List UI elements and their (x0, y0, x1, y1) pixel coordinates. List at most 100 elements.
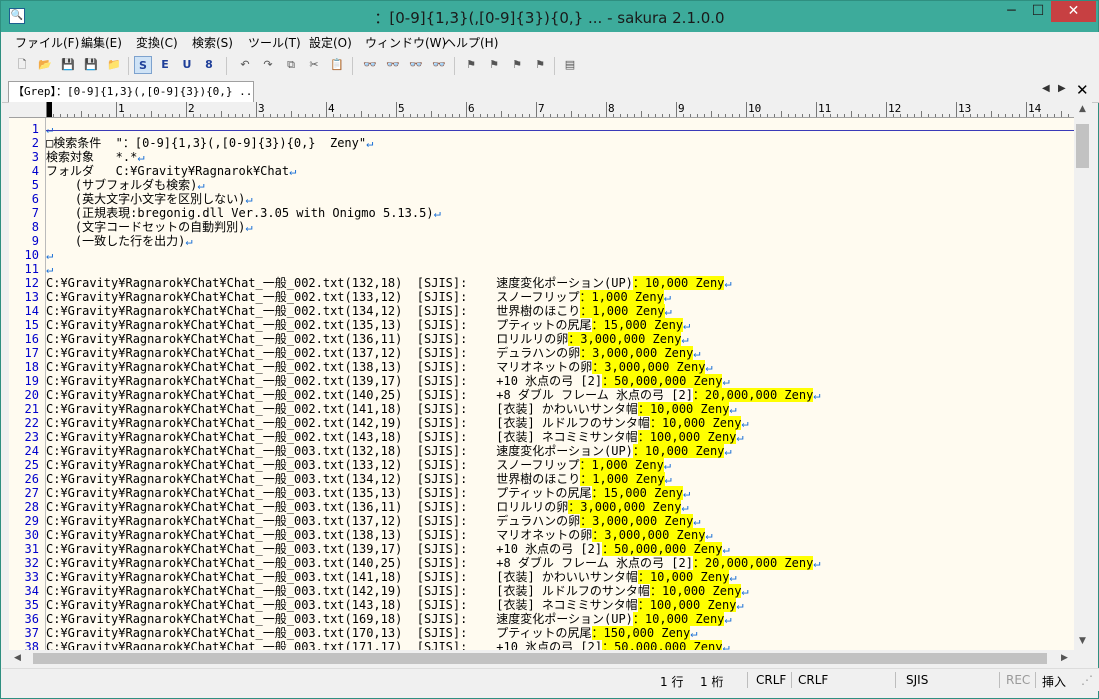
text-line[interactable]: C:¥Gravity¥Ragnarok¥Chat¥Chat_一般_003.txt… (46, 486, 690, 500)
tab-scroll-left-icon[interactable]: ◀ (1042, 83, 1050, 94)
line-text: C:¥Gravity¥Ragnarok¥Chat¥Chat_一般_002.txt… (46, 360, 593, 374)
text-line[interactable]: C:¥Gravity¥Ragnarok¥Chat¥Chat_一般_003.txt… (46, 556, 821, 570)
text-line[interactable]: C:¥Gravity¥Ragnarok¥Chat¥Chat_一般_003.txt… (46, 514, 701, 528)
redo-icon[interactable]: ↷ (259, 56, 277, 74)
menu-window[interactable]: ウィンドウ(W) (365, 34, 446, 51)
status-eol[interactable]: CRLF (798, 673, 828, 687)
tab-close-icon[interactable]: ✕ (1076, 81, 1089, 99)
open-file-icon[interactable]: 📂 (36, 56, 54, 74)
title-bar[interactable]: 🔍 ：[0-9]{1,3}(,[0-9]{3}){0,} ... - sakur… (1, 1, 1098, 32)
grep-icon[interactable]: 👓 (430, 56, 448, 74)
text-line[interactable]: ↵ (46, 248, 53, 262)
scroll-right-icon[interactable]: ▶ (1061, 653, 1068, 663)
scroll-left-icon[interactable]: ◀ (14, 653, 21, 663)
status-insert-mode[interactable]: 挿入 (1042, 673, 1066, 690)
size-grip-icon[interactable]: ⋰ (1081, 673, 1093, 687)
text-line[interactable]: C:¥Gravity¥Ragnarok¥Chat¥Chat_一般_003.txt… (46, 598, 744, 612)
text-line[interactable]: C:¥Gravity¥Ragnarok¥Chat¥Chat_一般_002.txt… (46, 276, 732, 290)
save-icon[interactable]: 💾 (59, 56, 77, 74)
menu-file[interactable]: ファイル(F) (15, 34, 79, 51)
status-encoding[interactable]: SJIS (906, 673, 928, 687)
maximize-button[interactable]: ☐ (1025, 1, 1051, 22)
sjis-button[interactable]: S (134, 56, 152, 74)
undo-icon[interactable]: ↶ (236, 56, 254, 74)
tab-scroll-right-icon[interactable]: ▶ (1058, 83, 1066, 94)
text-line[interactable]: (文字コードセットの自動判別)↵ (46, 220, 253, 234)
paste-icon[interactable]: 📋 (328, 56, 346, 74)
ruler-tick (431, 111, 432, 117)
menu-convert[interactable]: 変換(C) (136, 34, 178, 51)
text-line[interactable]: C:¥Gravity¥Ragnarok¥Chat¥Chat_一般_002.txt… (46, 332, 689, 346)
text-line[interactable]: フォルダ C:¥Gravity¥Ragnarok¥Chat↵ (46, 164, 296, 178)
horizontal-scrollbar[interactable]: ◀ ▶ (9, 650, 1074, 667)
text-line[interactable]: C:¥Gravity¥Ragnarok¥Chat¥Chat_一般_003.txt… (46, 612, 732, 626)
scroll-up-icon[interactable]: ▲ (1079, 104, 1086, 114)
scroll-down-icon[interactable]: ▼ (1079, 636, 1086, 646)
menu-help[interactable]: ヘルプ(H) (444, 34, 498, 51)
menu-settings[interactable]: 設定(O) (309, 34, 352, 51)
minimize-button[interactable]: ─ (998, 1, 1025, 22)
find-icon[interactable]: 👓 (361, 56, 379, 74)
text-area[interactable]: ↵ □検索条件 "：[0-9]{1,3}(,[0-9]{3}){0,} Zeny"… (46, 118, 1074, 650)
editor-area[interactable]: 1 2 3 4 5 6 7 8 9 10 11 12 13 14 1 2 3 4 5 6 7 8 9 10 11 12 13 14 1… (9, 102, 1092, 650)
save-as-icon[interactable]: 💾 (82, 56, 100, 74)
text-line[interactable]: C:¥Gravity¥Ragnarok¥Chat¥Chat_一般_003.txt… (46, 584, 749, 598)
new-file-icon[interactable]: 🗋 (13, 56, 31, 74)
text-line[interactable]: C:¥Gravity¥Ragnarok¥Chat¥Chat_一般_002.txt… (46, 388, 821, 402)
text-line[interactable]: C:¥Gravity¥Ragnarok¥Chat¥Chat_一般_002.txt… (46, 318, 690, 332)
text-line[interactable]: □検索条件 "：[0-9]{1,3}(,[0-9]{3}){0,} Zeny"↵ (46, 136, 373, 150)
text-line[interactable]: (正規表現:bregonig.dll Ver.3.05 with Onigmo … (46, 206, 441, 220)
toolbar: 🗋 📂 💾 💾 📁 S E U 8 ↶ ↷ ⧉ ✂ 📋 👓 👓 👓 👓 ⚑ ⚑ … (2, 53, 1099, 79)
text-line[interactable]: C:¥Gravity¥Ragnarok¥Chat¥Chat_一般_002.txt… (46, 430, 744, 444)
outline-icon[interactable]: ▤ (561, 56, 579, 74)
ruler-tick (1026, 102, 1027, 117)
close-button[interactable]: ✕ (1051, 1, 1096, 22)
horizontal-scroll-thumb[interactable] (33, 653, 1047, 664)
status-rec: REC (1006, 673, 1031, 687)
bookmark-prev-icon[interactable]: ⚑ (531, 56, 549, 74)
ruler-tick (312, 114, 313, 117)
text-line[interactable]: C:¥Gravity¥Ragnarok¥Chat¥Chat_一般_002.txt… (46, 416, 749, 430)
tab-grep[interactable]: 【Grep】：[0-9]{1,3}(,[0-9]{3}){0,} ... (8, 81, 254, 102)
find-previous-icon[interactable]: 👓 (384, 56, 402, 74)
ruler-tick (648, 114, 649, 117)
text-line[interactable]: C:¥Gravity¥Ragnarok¥Chat¥Chat_一般_003.txt… (46, 626, 697, 640)
text-line[interactable]: C:¥Gravity¥Ragnarok¥Chat¥Chat_一般_003.txt… (46, 570, 737, 584)
vertical-scroll-thumb[interactable] (1076, 124, 1089, 168)
text-line[interactable]: C:¥Gravity¥Ragnarok¥Chat¥Chat_一般_003.txt… (46, 444, 732, 458)
text-line[interactable]: (一致した行を出力)↵ (46, 234, 193, 248)
text-line[interactable]: C:¥Gravity¥Ragnarok¥Chat¥Chat_一般_002.txt… (46, 290, 671, 304)
vertical-scrollbar[interactable]: ▲ ▼ (1074, 102, 1092, 650)
bookmark-set-icon[interactable]: ⚑ (485, 56, 503, 74)
text-line[interactable]: ↵ (46, 262, 53, 276)
text-line[interactable]: 検索対象 *.*↵ (46, 150, 145, 164)
text-line[interactable]: (サブフォルダも検索)↵ (46, 178, 205, 192)
unicode-button[interactable]: U (178, 56, 196, 74)
text-line[interactable]: C:¥Gravity¥Ragnarok¥Chat¥Chat_一般_002.txt… (46, 304, 672, 318)
jump-icon[interactable]: ⚑ (462, 56, 480, 74)
text-line[interactable]: C:¥Gravity¥Ragnarok¥Chat¥Chat_一般_003.txt… (46, 640, 730, 650)
text-line[interactable]: C:¥Gravity¥Ragnarok¥Chat¥Chat_一般_003.txt… (46, 500, 689, 514)
find-next-icon[interactable]: 👓 (407, 56, 425, 74)
text-line[interactable]: C:¥Gravity¥Ragnarok¥Chat¥Chat_一般_003.txt… (46, 472, 672, 486)
text-line[interactable]: C:¥Gravity¥Ragnarok¥Chat¥Chat_一般_003.txt… (46, 528, 713, 542)
menu-edit[interactable]: 編集(E) (81, 34, 122, 51)
copy-icon[interactable]: ⧉ (282, 56, 300, 74)
status-eol-input[interactable]: CRLF (756, 673, 786, 687)
text-line[interactable]: C:¥Gravity¥Ragnarok¥Chat¥Chat_一般_003.txt… (46, 542, 730, 556)
euc-button[interactable]: E (156, 56, 174, 74)
bookmark-next-icon[interactable]: ⚑ (508, 56, 526, 74)
menu-tools[interactable]: ツール(T) (248, 34, 301, 51)
utf8-button[interactable]: 8 (200, 56, 218, 74)
line-text: C:¥Gravity¥Ragnarok¥Chat¥Chat_一般_002.txt… (46, 346, 581, 360)
text-line[interactable]: (英大文字小文字を区別しない)↵ (46, 192, 253, 206)
text-line[interactable]: C:¥Gravity¥Ragnarok¥Chat¥Chat_一般_002.txt… (46, 360, 713, 374)
text-line[interactable]: C:¥Gravity¥Ragnarok¥Chat¥Chat_一般_002.txt… (46, 402, 737, 416)
text-line[interactable]: C:¥Gravity¥Ragnarok¥Chat¥Chat_一般_003.txt… (46, 458, 671, 472)
text-line[interactable]: C:¥Gravity¥Ragnarok¥Chat¥Chat_一般_002.txt… (46, 346, 701, 360)
cut-icon[interactable]: ✂ (305, 56, 323, 74)
favorite-folder-icon[interactable]: 📁 (105, 56, 123, 74)
text-line[interactable]: C:¥Gravity¥Ragnarok¥Chat¥Chat_一般_002.txt… (46, 374, 730, 388)
text-line[interactable]: ↵ (46, 122, 53, 136)
menu-search[interactable]: 検索(S) (192, 34, 233, 51)
